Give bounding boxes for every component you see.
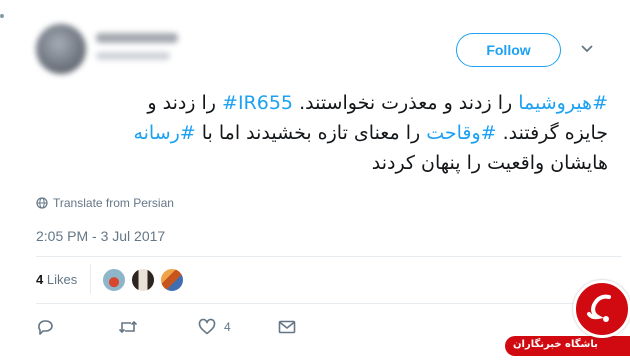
direct-message-button[interactable] [278,317,296,337]
follow-button[interactable]: Follow [456,33,561,67]
retweet-icon [118,320,138,334]
hashtag-link[interactable]: #هیروشیما [518,92,608,114]
watermark-text: باشگاه خبرنگاران [513,339,598,350]
tweet-line-1: #هیروشیما را زدند و معذرت نخواستند. #IR6… [36,88,608,118]
avatar[interactable] [36,24,86,74]
heart-icon [198,318,216,335]
divider [36,256,622,257]
watermark-emblem-icon [573,280,630,338]
user-handle-redacted[interactable] [96,52,170,60]
like-button[interactable]: 4 [198,317,231,337]
liker-avatar[interactable] [102,268,126,292]
reply-icon [38,320,53,335]
likes-count: 4 [36,272,44,287]
envelope-icon [278,320,296,334]
timestamp-link[interactable]: 2:05 PM - 3 Jul 2017 [36,228,165,244]
tweet-text-segment: هایشان واقعیت را پنهان کردند [371,152,608,174]
liker-avatar[interactable] [131,268,155,292]
likes-stat[interactable]: 4 Likes [36,272,77,287]
tweet-line-3: هایشان واقعیت را پنهان کردند [36,148,608,178]
translate-label[interactable]: Translate from Persian [53,196,174,210]
hashtag-link[interactable]: #رسانه [133,122,195,144]
tweet-text-segment: را معنای تازه بخشیدند اما با [195,122,427,144]
tweet-text-segment: جایزه گرفتند. [496,122,608,144]
globe-icon [36,197,48,209]
tweet-text-segment: را زدند و معذرت نخواستند. [293,92,519,114]
retweet-button[interactable] [118,317,138,337]
stat-separator [90,264,91,294]
hashtag-link[interactable]: #وقاحت [426,122,496,144]
tweet-text: #هیروشیما را زدند و معذرت نخواستند. #IR6… [36,88,608,178]
liker-avatar[interactable] [160,268,184,292]
watermark-logo: باشگاه خبرنگاران [505,280,630,360]
user-name-redacted[interactable] [96,33,178,43]
tweet-text-segment: را زدند و [147,92,223,114]
stray-dot [0,14,4,18]
likes-label: Likes [46,272,78,287]
chevron-down-icon[interactable] [580,44,594,54]
reply-button[interactable] [36,317,54,337]
like-count: 4 [224,320,231,334]
translate-link[interactable]: Translate from Persian [36,196,174,210]
tweet-line-2: جایزه گرفتند. #وقاحت را معنای تازه بخشید… [36,118,608,148]
hashtag-link[interactable]: #IR655 [222,92,293,114]
